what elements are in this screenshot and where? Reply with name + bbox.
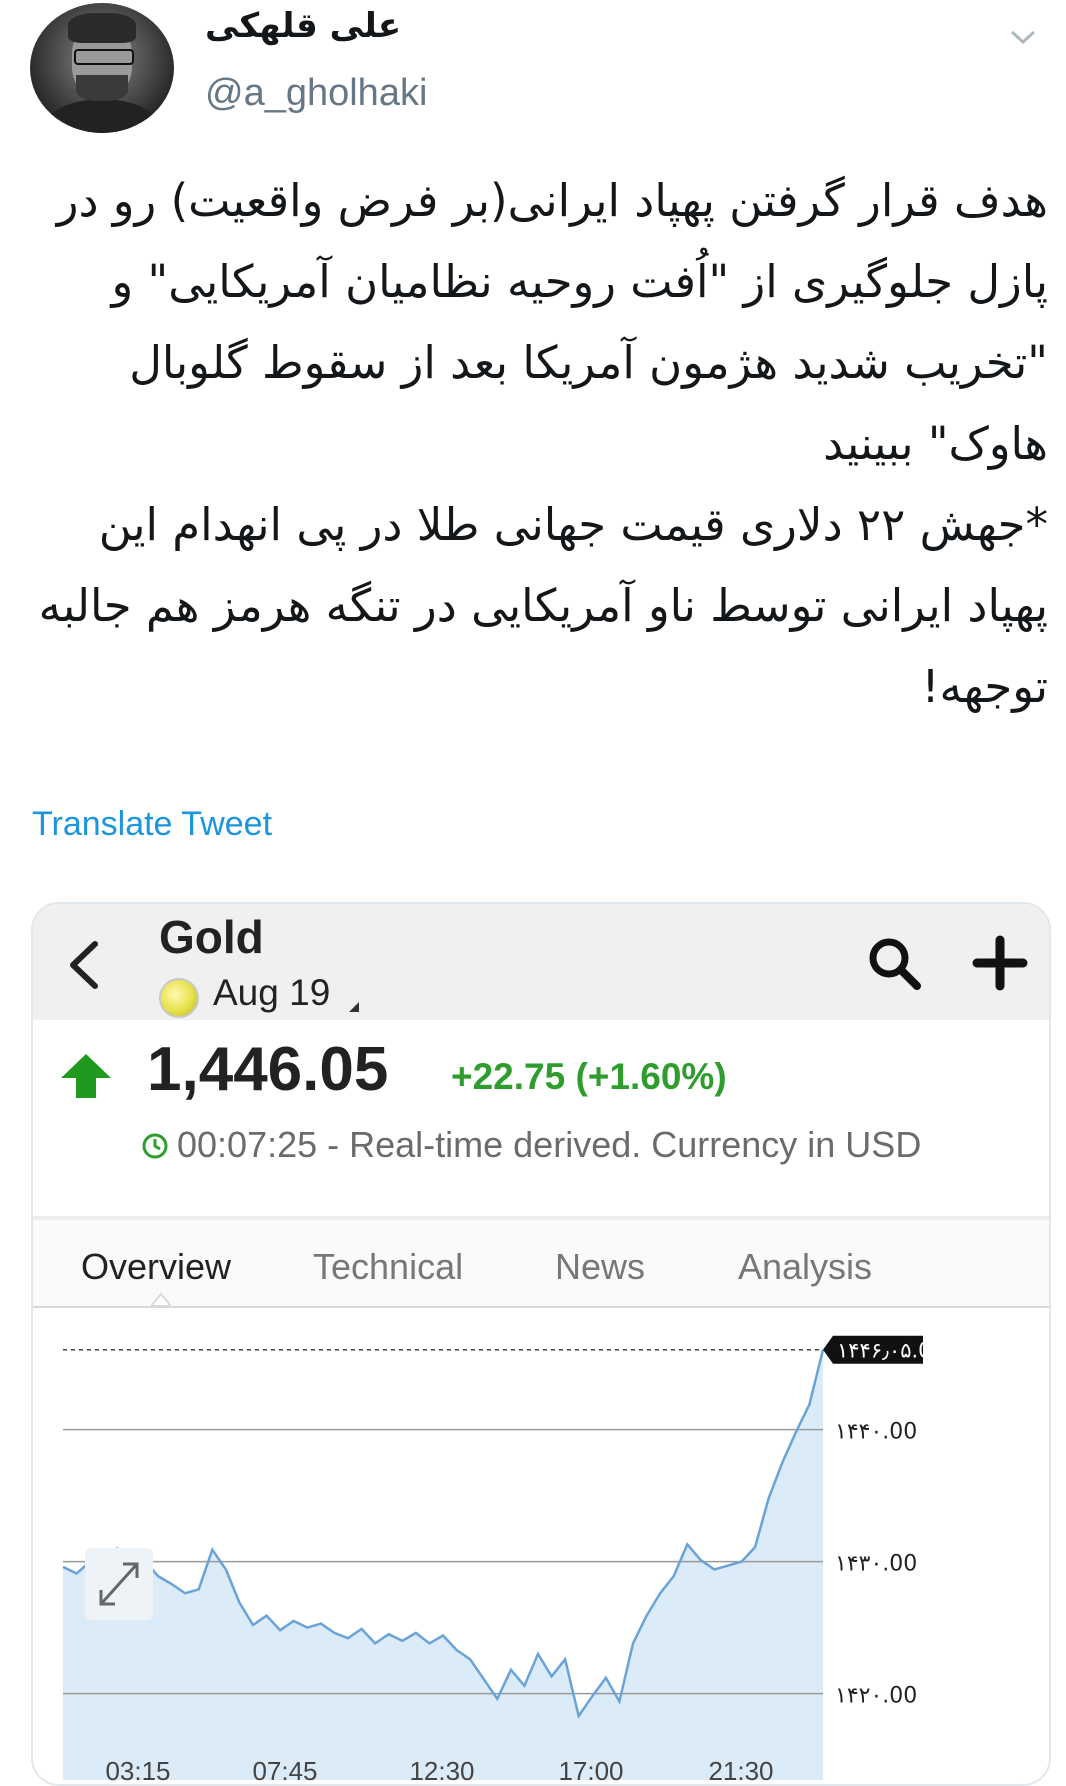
dropdown-caret-icon[interactable]	[349, 1002, 359, 1012]
price-chart[interactable]: ۱۴۴۰.00 ۱۴۳۰.00 ۱۴۲۰.00 ۱۴۴۶٫۰۵.00 03:15 07:4…	[33, 1308, 1049, 1784]
instrument-title: Gold	[159, 911, 264, 963]
timestamp-note: 00:07:25 - Real-time derived. Currency i…	[177, 1124, 922, 1165]
last-price: 1,446.05	[147, 1035, 389, 1104]
plus-icon[interactable]	[971, 934, 1029, 992]
tab-bar: Overview Technical News Analysis	[33, 1220, 1049, 1308]
current-price-label: ۱۴۴۶٫۰۵.00	[837, 1339, 945, 1363]
translate-tweet-link[interactable]: Translate Tweet	[32, 805, 272, 844]
clock-icon	[142, 1133, 168, 1159]
x-tick-label: 07:45	[252, 1756, 317, 1784]
tab-analysis[interactable]: Analysis	[738, 1246, 872, 1288]
y-tick-label: ۱۴۳۰.00	[835, 1552, 917, 1577]
y-tick-label: ۱۴۴۰.00	[835, 1420, 917, 1445]
tweet-text: هدف قرار گرفتن پهپاد ایرانی(بر فرض واقعی…	[38, 174, 1048, 713]
x-tick-label: 03:15	[105, 1756, 170, 1784]
x-tick-label: 21:30	[708, 1756, 773, 1784]
x-tick-label: 17:00	[558, 1756, 623, 1784]
back-chevron-icon[interactable]	[67, 940, 101, 990]
gold-coin-icon	[159, 978, 199, 1018]
y-tick-label: ۱۴۲۰.00	[835, 1684, 917, 1709]
chevron-down-icon[interactable]	[1008, 22, 1038, 52]
active-tab-indicator	[151, 1292, 171, 1306]
search-icon[interactable]	[865, 934, 923, 992]
tab-overview[interactable]: Overview	[81, 1246, 231, 1288]
quote-image-card[interactable]: Gold Aug 19 1,446.05 +22.75 (+1.60%) 00:…	[31, 902, 1051, 1786]
price-change: +22.75 (+1.60%)	[451, 1056, 727, 1097]
x-tick-label: 12:30	[409, 1756, 474, 1784]
author-handle[interactable]: @a_gholhaki	[205, 72, 427, 115]
up-arrow-icon	[61, 1054, 111, 1098]
tab-news[interactable]: News	[555, 1246, 645, 1288]
tab-technical[interactable]: Technical	[313, 1246, 463, 1288]
avatar[interactable]	[30, 3, 174, 133]
author-name[interactable]: علی قلهکی	[205, 6, 401, 46]
expand-icon[interactable]	[85, 1548, 153, 1620]
quote-header: Gold Aug 19	[33, 904, 1049, 1020]
contract-date[interactable]: Aug 19	[213, 972, 330, 1014]
